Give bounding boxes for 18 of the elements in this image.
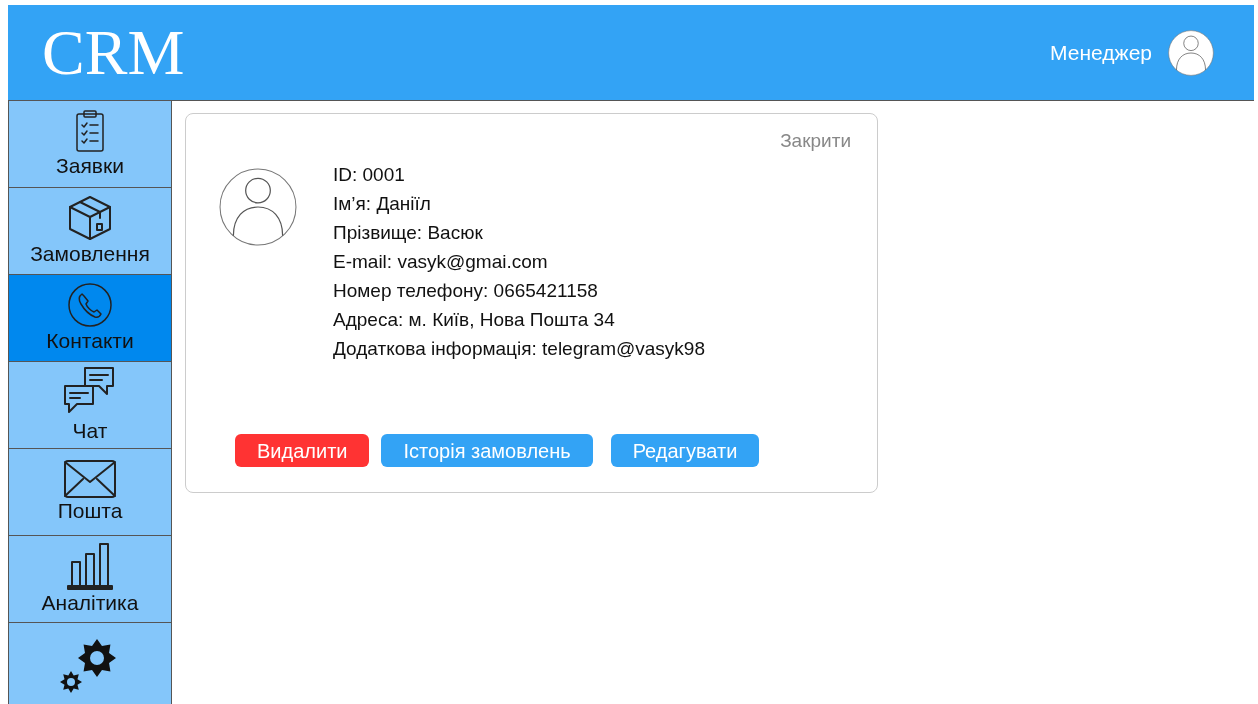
clipboard-icon [75,108,105,153]
contact-field: Номер телефону: 0665421158 [333,275,705,305]
contact-field: Адреса: м. Київ, Нова Пошта 34 [333,304,705,334]
action-button[interactable]: Видалити [235,434,370,467]
contact-field: Додаткова інформація: telegram@vasyk98 [333,333,705,363]
contact-field: Ім’я: Даніїл [333,188,705,218]
logo: CRM [42,20,185,85]
user-role: Менеджер [1050,39,1152,66]
sidebar-item[interactable]: Контакти [9,275,171,362]
contact-field: ID: 0001 [333,159,705,189]
phone-icon [67,281,113,328]
close-link[interactable]: Закрити [780,127,851,156]
user-avatar [1168,29,1214,76]
mail-icon [64,459,116,498]
contact-field: E-mail: vasyk@gmai.com [333,246,705,276]
contact-field: Прізвище: Васюк [333,217,705,247]
box-icon [68,194,112,241]
bar-chart-icon [66,541,114,590]
